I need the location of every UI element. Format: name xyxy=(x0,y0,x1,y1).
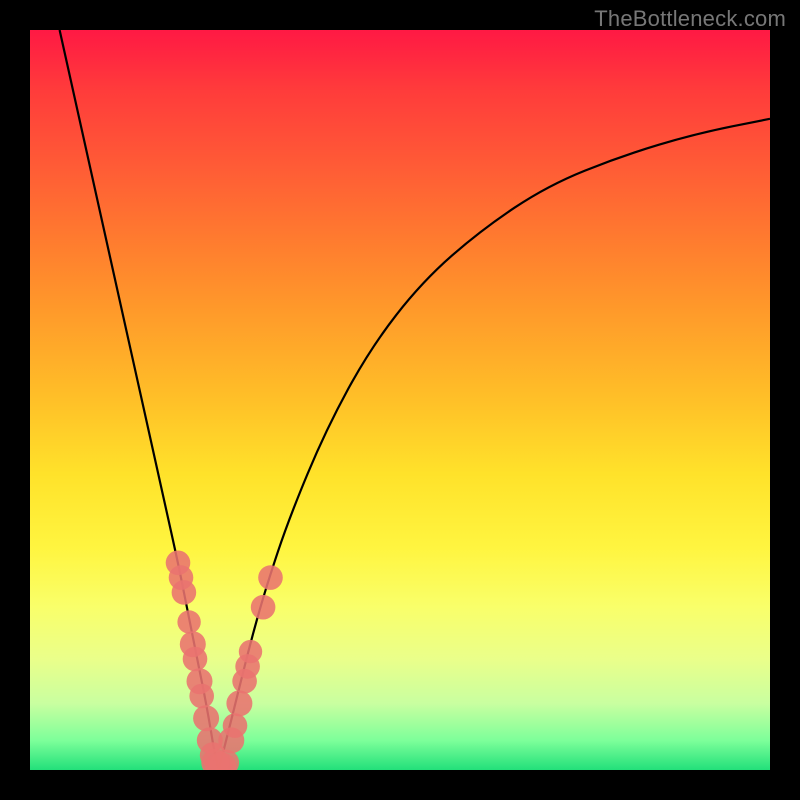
chart-frame: TheBottleneck.com xyxy=(0,0,800,800)
watermark-text: TheBottleneck.com xyxy=(594,6,786,32)
curve-right xyxy=(219,119,770,770)
data-marker xyxy=(193,705,219,731)
data-marker xyxy=(258,565,283,590)
data-marker xyxy=(223,713,248,738)
data-marker xyxy=(183,647,208,672)
chart-svg xyxy=(30,30,770,770)
markers-group xyxy=(166,551,283,771)
data-marker xyxy=(239,640,262,663)
data-marker xyxy=(189,684,214,709)
data-marker xyxy=(177,610,200,633)
plot-area xyxy=(30,30,770,770)
data-marker xyxy=(251,595,276,620)
data-marker xyxy=(172,580,197,605)
data-marker xyxy=(226,690,252,716)
